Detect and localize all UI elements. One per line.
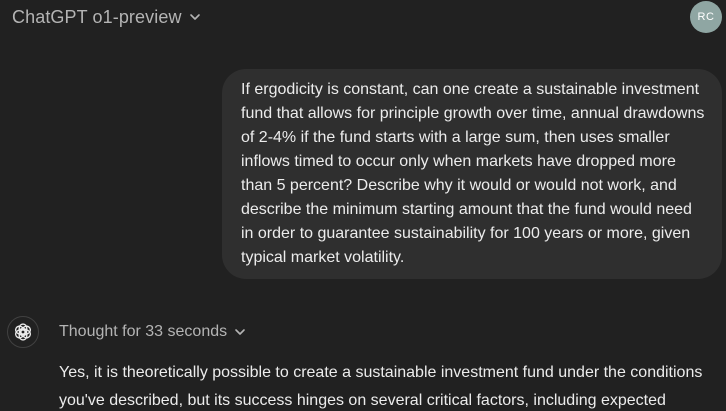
model-name: ChatGPT o1-preview <box>12 6 182 27</box>
top-bar: ChatGPT o1-preview RC <box>0 0 726 34</box>
chevron-down-icon <box>189 14 200 20</box>
thought-toggle-button[interactable]: Thought for 33 seconds <box>59 321 247 343</box>
assistant-avatar <box>7 316 39 348</box>
user-message-text: If ergodicity is constant, can one creat… <box>241 81 705 266</box>
openai-logo-icon <box>14 323 32 341</box>
model-selector-button[interactable]: ChatGPT o1-preview <box>4 2 210 32</box>
user-avatar[interactable]: RC <box>690 1 722 33</box>
user-message-bubble: If ergodicity is constant, can one creat… <box>222 69 722 279</box>
chevron-down-icon <box>235 329 245 335</box>
assistant-message-text: Yes, it is theoretically possible to cre… <box>59 364 703 409</box>
avatar-initials: RC <box>697 11 715 23</box>
chat-page: ChatGPT o1-preview RC If ergodicity is c… <box>0 0 726 411</box>
thought-duration-label: Thought for 33 seconds <box>59 323 228 340</box>
